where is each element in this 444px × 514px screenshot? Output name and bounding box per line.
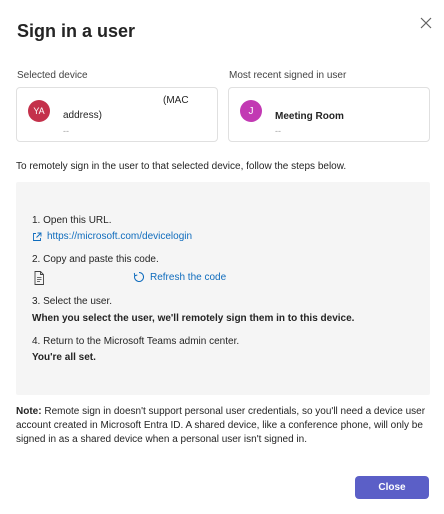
recent-user-label: Most recent signed in user (229, 70, 347, 81)
step2-text: 2. Copy and paste this code. (32, 254, 159, 265)
step4-text: 4. Return to the Microsoft Teams admin c… (32, 336, 240, 347)
step3-bold: When you select the user, we'll remotely… (32, 313, 355, 324)
close-button[interactable]: Close (355, 476, 429, 499)
mac-text: (MAC (163, 95, 189, 106)
refresh-icon (133, 271, 145, 282)
selected-device-card: YA (MAC address) -- (16, 87, 218, 142)
external-link-icon (33, 232, 42, 241)
note-label: Note: (16, 406, 42, 417)
note-text: Note: Remote sign in doesn't support per… (16, 405, 432, 447)
close-icon[interactable] (418, 15, 434, 31)
address-text: address) (63, 110, 102, 121)
step3-text: 3. Select the user. (32, 296, 113, 307)
instructions-text: To remotely sign in the user to that sel… (16, 161, 347, 172)
dialog-title: Sign in a user (17, 21, 136, 41)
steps-panel: 1. Open this URL. https://microsoft.com/… (16, 182, 430, 395)
recent-user-card: J Meeting Room -- (228, 87, 430, 142)
step4-bold-row: You're all set. (32, 352, 96, 363)
step4-bold: You're all set. (32, 352, 96, 363)
device-subtext: -- (63, 126, 69, 136)
devicelogin-link[interactable]: https://microsoft.com/devicelogin (32, 231, 192, 242)
avatar: YA (28, 100, 50, 122)
refresh-label[interactable]: Refresh the code (150, 272, 226, 283)
user-name: Meeting Room (275, 111, 344, 122)
copy-code-icon[interactable] (32, 270, 46, 286)
avatar: J (240, 100, 262, 122)
refresh-code-button[interactable]: Refresh the code (133, 271, 226, 283)
link-text[interactable]: https://microsoft.com/devicelogin (47, 231, 192, 242)
step3-bold-row: When you select the user, we'll remotely… (32, 313, 354, 324)
step1-text: 1. Open this URL. (32, 215, 112, 226)
note-body: Remote sign in doesn't support personal … (16, 406, 426, 445)
user-subtext: -- (275, 126, 281, 136)
selected-device-label: Selected device (17, 70, 88, 81)
